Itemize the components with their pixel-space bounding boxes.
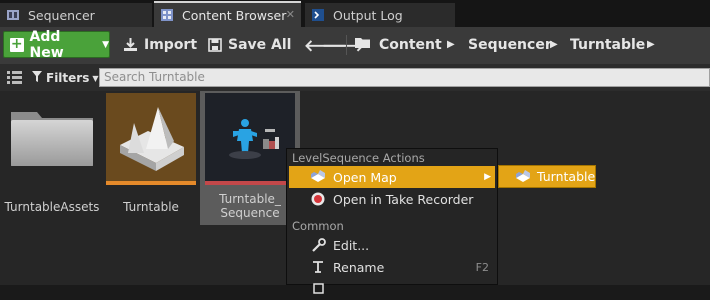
menu-section-header: Common	[292, 219, 344, 233]
tab-output-log[interactable]: Output Log	[305, 3, 455, 27]
filters-button[interactable]: Filters ▼	[32, 68, 99, 88]
menu-item-label: Edit...	[333, 237, 370, 253]
asset-label-line2: Sequence	[220, 206, 280, 220]
plus-icon: +	[10, 35, 24, 52]
tab-label: Sequencer	[28, 7, 95, 23]
menu-item-label: Open in Take Recorder	[333, 191, 474, 207]
content-browser-icon	[160, 8, 174, 22]
asset-label-line1: Turntable_	[219, 192, 281, 206]
chevron-down-icon: ▼	[92, 73, 99, 83]
map-icon	[515, 169, 531, 184]
breadcrumb-turntable[interactable]: Turntable	[570, 31, 645, 58]
context-menu: LevelSequence Actions Open Map ▶ Open in…	[286, 148, 498, 294]
sequencer-icon	[6, 8, 20, 22]
map-icon	[309, 168, 327, 186]
record-icon	[309, 190, 327, 208]
folder-icon	[355, 36, 371, 53]
menu-item-label: Open Map	[333, 169, 397, 185]
submenu-arrow-icon: ▶	[484, 172, 491, 182]
shortcut-label: F2	[475, 260, 489, 274]
breadcrumb-label: Content	[379, 36, 442, 53]
menu-item-partial[interactable]	[289, 278, 495, 300]
chevron-down-icon: ▼	[102, 39, 109, 50]
close-icon[interactable]: ✕	[286, 8, 295, 21]
toolbar-divider	[346, 35, 347, 55]
filter-bar: Filters ▼ Search Turntable	[0, 64, 710, 91]
menu-item-rename[interactable]: Rename F2	[289, 256, 495, 278]
save-icon	[208, 37, 222, 52]
folder-icon	[11, 112, 93, 166]
asset-label: TurntableAssets	[4, 200, 100, 214]
folder-turntableassets[interactable]: TurntableAssets	[4, 91, 99, 221]
tab-bar: Sequencer Content Browser ✕ Output Log	[0, 0, 710, 27]
save-all-label: Save All	[228, 36, 292, 53]
rename-icon	[309, 258, 327, 276]
menu-section-header: LevelSequence Actions	[292, 151, 425, 165]
submenu-open-map: Turntable	[498, 165, 596, 188]
search-input[interactable]: Search Turntable	[99, 68, 710, 87]
breadcrumb-separator-icon[interactable]: ▶	[647, 31, 655, 58]
tab-sequencer[interactable]: Sequencer	[0, 3, 152, 27]
asset-label: Turntable	[123, 200, 179, 214]
breadcrumb-label: Turntable	[570, 36, 646, 53]
output-log-icon	[311, 8, 325, 22]
add-new-label: Add New	[29, 28, 64, 61]
breadcrumb-content[interactable]: Content	[355, 31, 442, 58]
wrench-icon	[309, 236, 327, 254]
tab-label: Content Browser	[182, 7, 287, 23]
search-placeholder: Search Turntable	[104, 70, 205, 84]
breadcrumb-separator-icon[interactable]: ▶	[447, 31, 455, 58]
asset-turntable[interactable]: Turntable	[106, 91, 196, 221]
menu-item-open-map[interactable]: Open Map ▶	[289, 166, 495, 188]
filter-icon	[32, 71, 42, 85]
toolbar: + Add New ▼ Import Save All 🡐 🡒 Content …	[0, 27, 710, 64]
breadcrumb-sequencer[interactable]: Sequencer	[468, 31, 552, 58]
menu-item-label: Rename	[333, 259, 385, 275]
import-icon	[123, 37, 138, 52]
sources-panel-toggle-icon[interactable]	[7, 70, 22, 87]
filters-label: Filters	[46, 71, 90, 85]
menu-item-edit[interactable]: Edit...	[289, 234, 495, 256]
asset-turntable-sequence[interactable]: Turntable_ Sequence	[205, 91, 295, 225]
submenu-item-turntable[interactable]: Turntable	[537, 169, 595, 184]
save-all-button[interactable]: Save All	[208, 31, 291, 58]
breadcrumb-separator-icon[interactable]: ▶	[550, 31, 558, 58]
level-sequence-thumbnail	[205, 93, 295, 185]
add-new-button[interactable]: + Add New ▼	[3, 28, 110, 61]
duplicate-icon	[309, 280, 327, 298]
import-button[interactable]: Import	[123, 31, 197, 58]
tab-content-browser[interactable]: Content Browser ✕	[154, 1, 301, 27]
tab-label: Output Log	[333, 7, 403, 23]
menu-item-open-take-recorder[interactable]: Open in Take Recorder	[289, 188, 495, 210]
breadcrumb-label: Sequencer	[468, 36, 552, 53]
import-label: Import	[144, 36, 198, 53]
level-icon	[106, 93, 196, 185]
